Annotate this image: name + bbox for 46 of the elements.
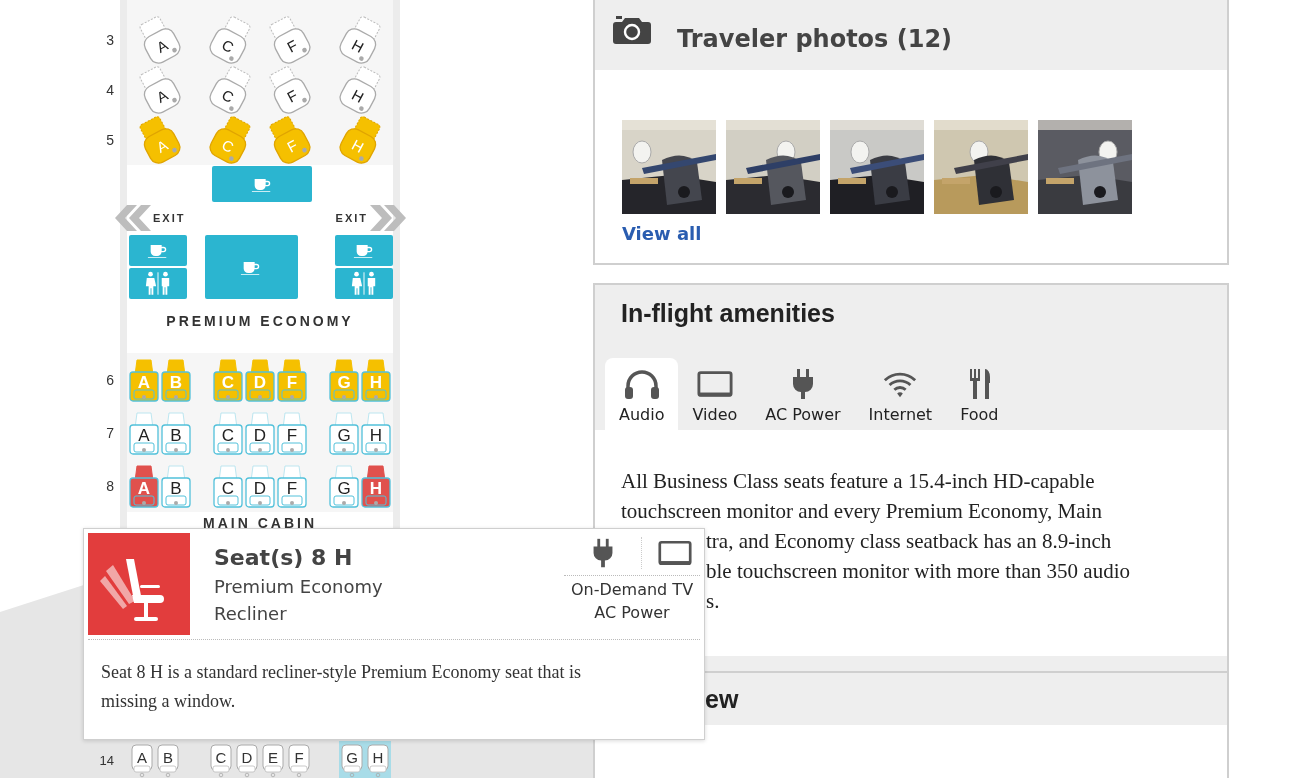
description-text: All Business Class seats feature a 15.4-inch HD-capable — [621, 468, 1095, 495]
restroom-icon — [350, 271, 378, 296]
cup-icon — [251, 176, 273, 192]
description-text: touchscreen monitor and every Premium Economy, Main — [621, 498, 1102, 525]
cup-icon — [147, 243, 169, 258]
row-number: 3 — [105, 32, 115, 48]
amenity-tab[interactable]: Audio — [605, 358, 679, 430]
feature-label: On-Demand TV — [570, 580, 694, 599]
description-text: ble touchscreen monitor with more than 350 audio — [706, 558, 1130, 585]
seat-class: Premium Economy — [214, 576, 384, 597]
restroom-icon — [144, 271, 172, 296]
seat-type: Recliner — [214, 603, 288, 624]
row-number: 7 — [105, 424, 115, 441]
amenity-tab[interactable]: Video — [678, 358, 752, 430]
panel-title: Traveler photos (12) — [677, 25, 953, 53]
exit-arrow-icon — [113, 205, 151, 231]
row-number: 6 — [105, 371, 115, 388]
row-number: 4 — [105, 82, 115, 98]
exit-arrow-icon — [370, 205, 408, 231]
feature-label: AC Power — [594, 603, 670, 622]
cup-icon — [240, 259, 262, 275]
monitor-icon — [641, 537, 692, 569]
row-number: 8 — [105, 477, 115, 494]
headphones-icon — [623, 368, 660, 400]
cabin-label: MAIN CABIN — [203, 515, 317, 531]
cabin-label: PREMIUM ECONOMY — [166, 313, 354, 329]
camera-icon — [613, 16, 651, 44]
recliner-icon — [88, 533, 190, 635]
description-text: s. — [706, 588, 720, 615]
exit-label: EXIT — [153, 212, 186, 224]
seat-description: Seat 8 H is a standard recliner-style Premium Economy seat that is missing a window. — [101, 661, 582, 713]
amenity-tab[interactable]: Food — [946, 358, 1013, 430]
panel-title: ew — [705, 684, 739, 714]
exit-label: EXIT — [335, 212, 368, 224]
cup-icon — [353, 243, 375, 258]
row-number: 5 — [105, 132, 115, 148]
view-all-link[interactable]: View all — [622, 223, 702, 244]
amenity-tab[interactable]: AC Power — [751, 358, 855, 430]
description-text: tra, and Economy class seatback has an 8.9-inch — [706, 528, 1112, 555]
row-number: 14 — [98, 752, 115, 768]
amenity-tab[interactable]: Internet — [854, 358, 947, 430]
seat[interactable]: G — [339, 741, 365, 778]
seat[interactable]: H — [365, 741, 391, 778]
popup-title: Seat(s) 8 H — [214, 545, 354, 570]
panel-title: In-flight amenities — [621, 299, 836, 329]
monitor-icon — [696, 368, 733, 400]
